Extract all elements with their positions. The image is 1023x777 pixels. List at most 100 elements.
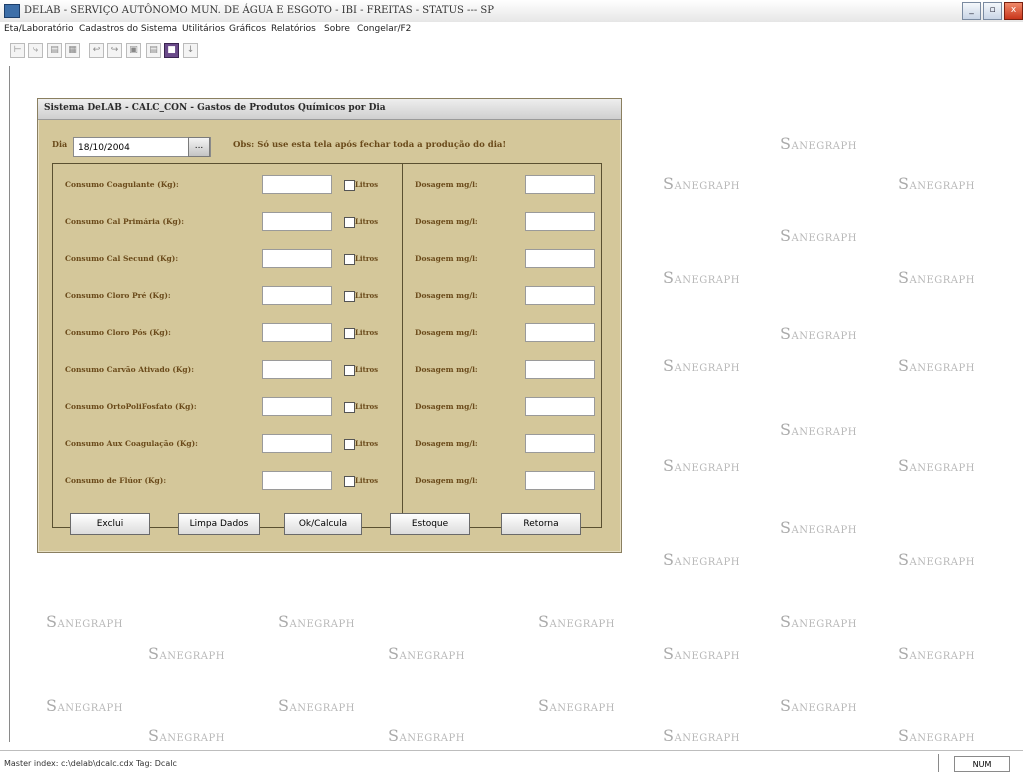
watermark: SANEGRAPH — [663, 726, 740, 745]
toolbar-window-icon[interactable]: ▣ — [126, 43, 141, 58]
menu-cadastros[interactable]: Cadastros do Sistema — [79, 24, 177, 34]
close-button[interactable]: x — [1004, 2, 1023, 20]
litros-checkbox[interactable] — [344, 291, 355, 302]
window-title: DELAB - SERVIÇO AUTÔNOMO MUN. DE ÁGUA E … — [24, 5, 494, 16]
exclui-button[interactable]: Exclui — [70, 513, 150, 535]
watermark: SANEGRAPH — [898, 456, 975, 475]
watermark: SANEGRAPH — [780, 134, 857, 153]
litros-label: Litros — [355, 291, 379, 300]
dosagem-input[interactable] — [525, 471, 595, 490]
dosagem-label: Dosagem mg/l: — [415, 365, 478, 374]
toolbar-down-icon[interactable]: ↓ — [183, 43, 198, 58]
menu-relatorios[interactable]: Relatórios — [271, 24, 316, 34]
menu-bar: Eta/Laboratório Cadastros do Sistema Uti… — [0, 22, 1023, 39]
toolbar-first-icon[interactable]: ⊢ — [10, 43, 25, 58]
minimize-button[interactable]: _ — [962, 2, 981, 20]
menu-congelar[interactable]: Congelar/F2 — [357, 24, 411, 34]
watermark: SANEGRAPH — [780, 696, 857, 715]
litros-checkbox[interactable] — [344, 328, 355, 339]
menu-sobre[interactable]: Sobre — [324, 24, 350, 34]
estoque-button[interactable]: Estoque — [390, 513, 470, 535]
consumo-fluor-input[interactable] — [262, 471, 332, 490]
date-picker-button[interactable]: ... — [188, 137, 210, 157]
watermark: SANEGRAPH — [780, 518, 857, 537]
watermark: SANEGRAPH — [538, 612, 615, 631]
dosagem-input[interactable] — [525, 397, 595, 416]
consumo-cal-secund-input[interactable] — [262, 249, 332, 268]
litros-checkbox[interactable] — [344, 254, 355, 265]
watermark: SANEGRAPH — [278, 696, 355, 715]
toolbar-stop-icon[interactable]: ■ — [164, 43, 179, 58]
dosagem-input[interactable] — [525, 212, 595, 231]
toolbar: ⊢ ⤷ ▤ ▦ ↩ ↪ ▣ ▤ ■ ↓ — [0, 39, 1023, 63]
window-title-bar: DELAB - SERVIÇO AUTÔNOMO MUN. DE ÁGUA E … — [0, 0, 1023, 23]
dosagem-label: Dosagem mg/l: — [415, 328, 478, 337]
watermark: SANEGRAPH — [663, 550, 740, 569]
ok-calcula-button[interactable]: Ok/Calcula — [284, 513, 362, 535]
dosagem-input[interactable] — [525, 175, 595, 194]
watermark: SANEGRAPH — [780, 612, 857, 631]
toolbar-table-icon[interactable]: ▦ — [65, 43, 80, 58]
dialog-title: Sistema DeLAB - CALC_CON - Gastos de Pro… — [44, 103, 386, 113]
toolbar-list-icon[interactable]: ▤ — [146, 43, 161, 58]
consumo-carvao-ativado-input[interactable] — [262, 360, 332, 379]
dialog-title-bar: Sistema DeLAB - CALC_CON - Gastos de Pro… — [38, 99, 621, 120]
watermark: SANEGRAPH — [46, 696, 123, 715]
toolbar-forward-icon[interactable]: ↪ — [107, 43, 122, 58]
litros-label: Litros — [355, 180, 379, 189]
dosagem-input[interactable] — [525, 434, 595, 453]
menu-utilitarios[interactable]: Utilitários — [182, 24, 225, 34]
dosagem-input[interactable] — [525, 249, 595, 268]
calc-con-dialog: Sistema DeLAB - CALC_CON - Gastos de Pro… — [37, 98, 622, 553]
toolbar-undo-icon[interactable]: ↩ — [89, 43, 104, 58]
consumo-cloro-pre-label: Consumo Cloro Pré (Kg): — [65, 291, 171, 300]
menu-eta-laboratorio[interactable]: Eta/Laboratório — [4, 24, 73, 34]
consumo-coagulante-input[interactable] — [262, 175, 332, 194]
watermark: SANEGRAPH — [278, 612, 355, 631]
maximize-button[interactable]: ▫ — [983, 2, 1002, 20]
consumo-cal-secund-label: Consumo Cal Secund (Kg): — [65, 254, 179, 263]
consumo-cloro-pos-label: Consumo Cloro Pós (Kg): — [65, 328, 171, 337]
litros-checkbox[interactable] — [344, 476, 355, 487]
dosagem-label: Dosagem mg/l: — [415, 217, 478, 226]
litros-label: Litros — [355, 254, 379, 263]
app-icon — [4, 4, 20, 18]
menu-graficos[interactable]: Gráficos — [229, 24, 266, 34]
watermark: SANEGRAPH — [46, 612, 123, 631]
watermark: SANEGRAPH — [898, 268, 975, 287]
dosagem-input[interactable] — [525, 286, 595, 305]
watermark: SANEGRAPH — [538, 696, 615, 715]
consumo-cloro-pos-input[interactable] — [262, 323, 332, 342]
dosagem-label: Dosagem mg/l: — [415, 402, 478, 411]
consumo-panel: Consumo Coagulante (Kg): Litros Dosagem … — [52, 163, 602, 528]
limpa-dados-button[interactable]: Limpa Dados — [178, 513, 260, 535]
toolbar-grid-icon[interactable]: ▤ — [47, 43, 62, 58]
consumo-ortopolifosfato-input[interactable] — [262, 397, 332, 416]
toolbar-redo-icon[interactable]: ⤷ — [28, 43, 43, 58]
watermark: SANEGRAPH — [898, 550, 975, 569]
litros-checkbox[interactable] — [344, 439, 355, 450]
watermark: SANEGRAPH — [663, 174, 740, 193]
watermark: SANEGRAPH — [898, 644, 975, 663]
consumo-coagulante-label: Consumo Coagulante (Kg): — [65, 180, 179, 189]
dosagem-input[interactable] — [525, 360, 595, 379]
dosagem-input[interactable] — [525, 323, 595, 342]
dosagem-label: Dosagem mg/l: — [415, 254, 478, 263]
dosagem-label: Dosagem mg/l: — [415, 291, 478, 300]
litros-checkbox[interactable] — [344, 365, 355, 376]
obs-notice: Obs: Só use esta tela após fechar toda a… — [233, 140, 507, 150]
litros-label: Litros — [355, 439, 379, 448]
consumo-cal-primaria-input[interactable] — [262, 212, 332, 231]
watermark: SANEGRAPH — [780, 324, 857, 343]
litros-checkbox[interactable] — [344, 180, 355, 191]
consumo-aux-coagulacao-input[interactable] — [262, 434, 332, 453]
litros-checkbox[interactable] — [344, 402, 355, 413]
dosagem-label: Dosagem mg/l: — [415, 476, 478, 485]
consumo-cloro-pre-input[interactable] — [262, 286, 332, 305]
retorna-button[interactable]: Retorna — [501, 513, 581, 535]
litros-checkbox[interactable] — [344, 217, 355, 228]
watermark: SANEGRAPH — [388, 726, 465, 745]
consumo-aux-coagulacao-label: Consumo Aux Coagulação (Kg): — [65, 439, 198, 448]
litros-label: Litros — [355, 328, 379, 337]
dosagem-label: Dosagem mg/l: — [415, 439, 478, 448]
